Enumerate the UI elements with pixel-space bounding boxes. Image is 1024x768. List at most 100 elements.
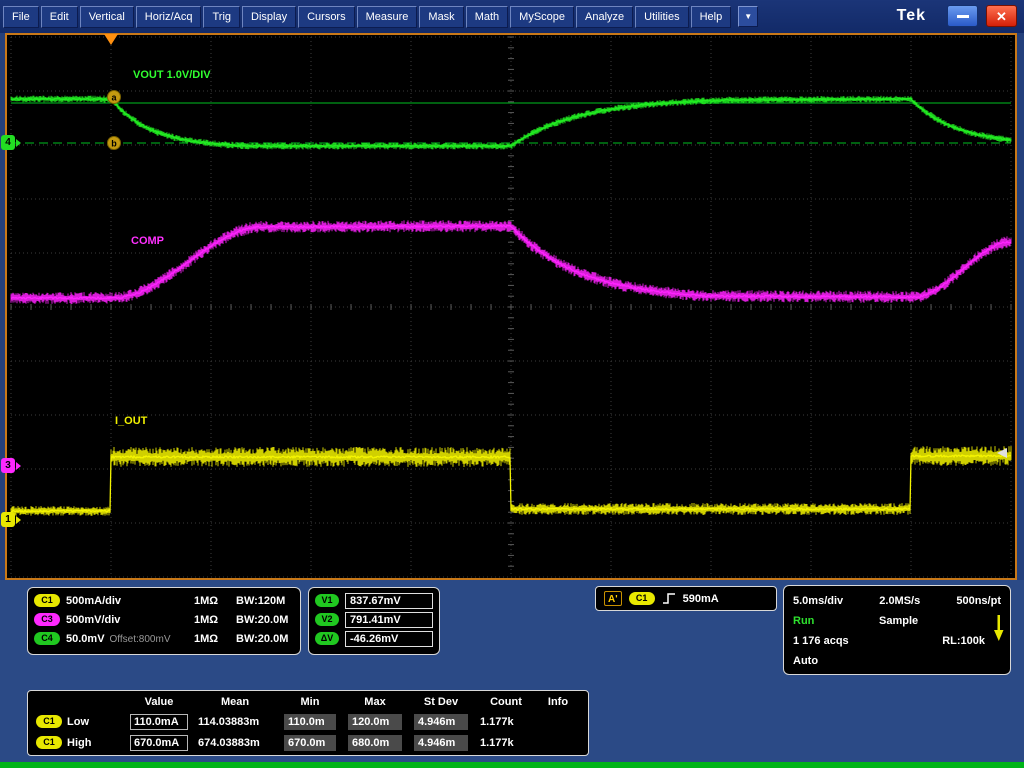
cursor-dv-row: ΔV -46.26mV [315, 629, 433, 648]
measurement-table: Value Mean Min Max St Dev Count Info C1 … [27, 690, 589, 756]
header-min: Min [278, 696, 342, 708]
tekscope-window: File Edit Vertical Horiz/Acq Trig Displa… [0, 0, 1024, 768]
measurement-row-high[interactable]: C1 High 670.0mA 674.03883m 670.0m 680.0m… [32, 732, 584, 753]
v1-badge: V1 [315, 594, 339, 607]
graticule-svg: ab [7, 35, 1015, 578]
timebase: 5.0ms/div [793, 595, 843, 607]
rising-edge-icon [662, 592, 676, 605]
measurement-header-row: Value Mean Min Max St Dev Count Info [32, 693, 584, 711]
meas-mean: 674.03883m [192, 737, 278, 749]
resolution: 500ns/pt [956, 595, 1001, 607]
c4-scale: 50.0mV [66, 633, 105, 645]
record-length: RL:100k [942, 635, 985, 647]
header-stdev: St Dev [408, 696, 474, 708]
trigger-mode: Auto [793, 655, 818, 667]
meas-stdev: 4.946m [414, 735, 468, 751]
meas-min: 110.0m [284, 714, 336, 730]
menu-file[interactable]: File [3, 6, 39, 28]
delta-v-badge: ΔV [315, 632, 339, 645]
c3-bandwidth: BW:20.0M [236, 614, 288, 626]
channel-readouts-panel: C1 500mA/div 1MΩ BW:120M C3 500mV/div 1M… [27, 587, 301, 655]
menu-math[interactable]: Math [466, 6, 508, 28]
channel-1-arrow-icon [16, 516, 21, 524]
status-area: C1 500mA/div 1MΩ BW:120M C3 500mV/div 1M… [0, 580, 1024, 762]
header-mean: Mean [192, 696, 278, 708]
menu-vertical[interactable]: Vertical [80, 6, 134, 28]
label-comp: COMP [131, 235, 164, 247]
meas-count: 1.177k [474, 716, 538, 728]
bottom-strip [0, 762, 1024, 768]
waveform-comp [11, 220, 1011, 304]
header-info: Info [538, 696, 578, 708]
channel-badge-c4[interactable]: C4 [34, 632, 60, 645]
c4-bandwidth: BW:20.0M [236, 633, 288, 645]
trigger-a-label: A' [604, 591, 622, 606]
trigger-source-badge: C1 [629, 592, 655, 605]
menu-trig[interactable]: Trig [203, 6, 240, 28]
tek-logo: Tek [897, 7, 926, 25]
minimize-button[interactable] [947, 5, 978, 27]
measurement-row-low[interactable]: C1 Low 110.0mA 114.03883m 110.0m 120.0m … [32, 711, 584, 732]
c1-impedance: 1MΩ [194, 595, 230, 607]
menu-cursors[interactable]: Cursors [298, 6, 355, 28]
cursor-b-label: b [111, 139, 117, 149]
meas-stdev: 4.946m [414, 714, 468, 730]
readout-row-c4[interactable]: C4 50.0mV Offset:800mV 1MΩ BW:20.0M [34, 629, 294, 648]
cursor-readout-panel: V1 837.67mV V2 791.41mV ΔV -46.26mV [308, 587, 440, 655]
trigger-position-marker[interactable] [104, 34, 118, 45]
menu-myscope[interactable]: MyScope [510, 6, 574, 28]
header-value: Value [126, 696, 192, 708]
waveform-iout-core [11, 455, 1011, 512]
v2-badge: V2 [315, 613, 339, 626]
channel-1-ref: 1 [1, 512, 15, 527]
menu-measure[interactable]: Measure [357, 6, 418, 28]
channel-badge-c3[interactable]: C3 [34, 613, 60, 626]
acquisition-count: 1 176 acqs [793, 635, 849, 647]
trigger-readout-panel[interactable]: A' C1 590mA [595, 586, 777, 611]
menu-dropdown-button[interactable]: ▼ [738, 6, 758, 27]
channel-marker-1[interactable]: 1 [1, 512, 21, 527]
meas-max: 120.0m [348, 714, 402, 730]
menu-mask[interactable]: Mask [419, 6, 463, 28]
menu-display[interactable]: Display [242, 6, 296, 28]
acq-state: Run [793, 615, 851, 627]
channel-3-arrow-icon [16, 462, 21, 470]
meas-mean: 114.03883m [192, 716, 278, 728]
readout-row-c3[interactable]: C3 500mV/div 1MΩ BW:20.0M [34, 610, 294, 629]
menu-edit[interactable]: Edit [41, 6, 78, 28]
v1-value: 837.67mV [345, 593, 433, 609]
meas-name: High [67, 737, 91, 749]
meas-name: Low [67, 716, 89, 728]
meas-max: 680.0m [348, 735, 402, 751]
channel-marker-4[interactable]: 4 [1, 135, 21, 150]
delta-v-value: -46.26mV [345, 631, 433, 647]
label-iout: I_OUT [115, 415, 147, 427]
chevron-down-icon: ▼ [744, 12, 752, 21]
c1-scale: 500mA/div [66, 595, 188, 607]
menu-help[interactable]: Help [691, 6, 732, 28]
menu-horiz-acq[interactable]: Horiz/Acq [136, 6, 202, 28]
menu-utilities[interactable]: Utilities [635, 6, 688, 28]
horizontal-acquisition-panel: 5.0ms/div 2.0MS/s 500ns/pt Run Sample 1 … [783, 585, 1011, 675]
c3-impedance: 1MΩ [194, 614, 230, 626]
meas-c1-badge: C1 [36, 736, 62, 749]
label-vout: VOUT 1.0V/DIV [133, 69, 211, 81]
close-button[interactable]: ✕ [986, 5, 1017, 27]
channel-badge-c1[interactable]: C1 [34, 594, 60, 607]
meas-value: 110.0mA [130, 714, 188, 730]
menu-bar: File Edit Vertical Horiz/Acq Trig Displa… [0, 0, 1024, 33]
c4-offset: Offset:800mV [110, 634, 171, 645]
cursor-v1-row: V1 837.67mV [315, 591, 433, 610]
header-max: Max [342, 696, 408, 708]
c4-impedance: 1MΩ [194, 633, 230, 645]
c3-scale: 500mV/div [66, 614, 188, 626]
channel-4-arrow-icon [16, 139, 21, 147]
position-indicator-icon [992, 614, 1005, 644]
meas-value: 670.0mA [130, 735, 188, 751]
header-count: Count [474, 696, 538, 708]
waveform-display-area: ab VOUT 1.0V/DIV COMP I_OUT [5, 33, 1017, 580]
sample-rate: 2.0MS/s [879, 595, 920, 607]
readout-row-c1[interactable]: C1 500mA/div 1MΩ BW:120M [34, 591, 294, 610]
channel-marker-3[interactable]: 3 [1, 458, 21, 473]
menu-analyze[interactable]: Analyze [576, 6, 633, 28]
